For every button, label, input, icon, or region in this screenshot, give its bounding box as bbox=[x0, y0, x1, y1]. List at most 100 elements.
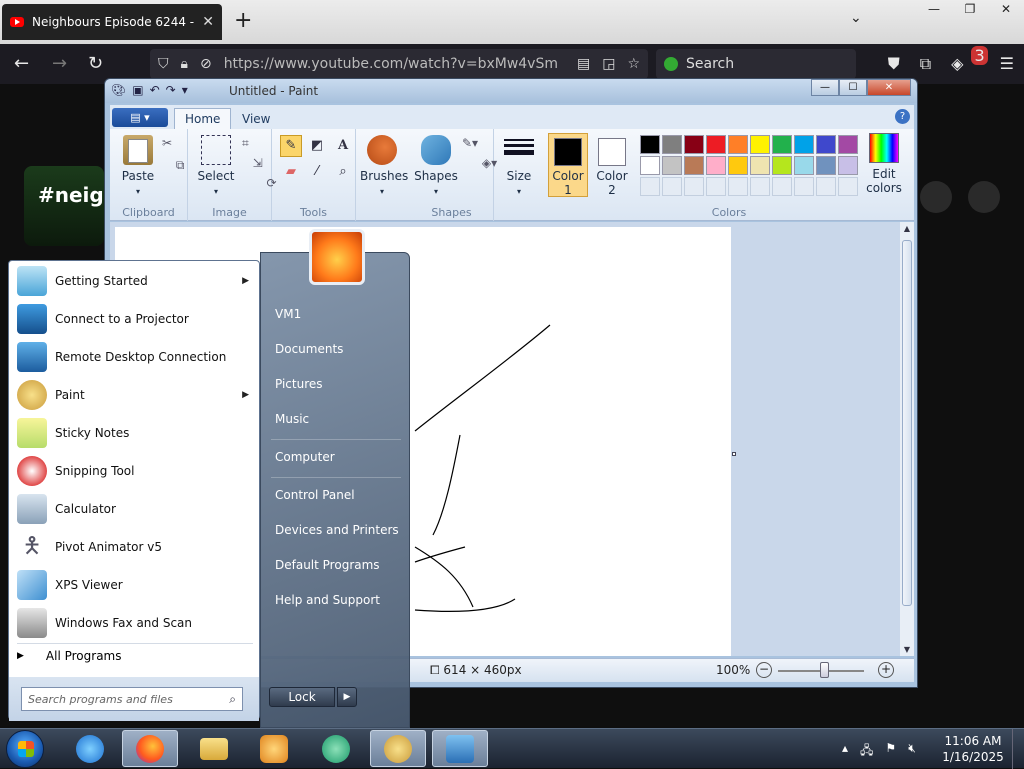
close-tab-icon[interactable]: ✕ bbox=[202, 14, 214, 30]
fill-bucket-icon[interactable]: ◩ bbox=[306, 135, 328, 157]
action-center-flag-icon[interactable]: ⚑ bbox=[885, 741, 896, 762]
program-sticky-notes[interactable]: Sticky Notes bbox=[13, 415, 257, 451]
palette-swatch[interactable] bbox=[750, 135, 770, 154]
program-pivot-animator[interactable]: 🯅 Pivot Animator v5 bbox=[13, 529, 257, 565]
right-item-pictures[interactable]: Pictures bbox=[275, 377, 323, 391]
custom-color-slot[interactable] bbox=[816, 177, 836, 196]
menu-icon[interactable]: ☰ bbox=[1000, 54, 1014, 74]
program-connect-projector[interactable]: Connect to a Projector bbox=[13, 301, 257, 337]
canvas-resize-handle[interactable] bbox=[732, 452, 736, 456]
start-button[interactable] bbox=[6, 730, 44, 768]
zoom-slider-knob[interactable] bbox=[820, 662, 829, 678]
program-fax-scan[interactable]: Windows Fax and Scan bbox=[13, 605, 257, 641]
palette-swatch[interactable] bbox=[772, 135, 792, 154]
custom-color-slot[interactable] bbox=[728, 177, 748, 196]
custom-color-slot[interactable] bbox=[838, 177, 858, 196]
custom-color-slot[interactable] bbox=[684, 177, 704, 196]
redo-icon[interactable]: ↷ bbox=[166, 83, 176, 97]
custom-color-slot[interactable] bbox=[772, 177, 792, 196]
volume-muted-icon[interactable]: 🔇︎ bbox=[908, 741, 916, 762]
copy-icon[interactable]: ⧉ bbox=[176, 158, 185, 172]
color-picker-icon[interactable]: ⁄ bbox=[306, 161, 328, 183]
taskbar-media-player[interactable] bbox=[246, 730, 302, 767]
select-button[interactable]: Select ▾ bbox=[194, 135, 238, 197]
right-item-help-support[interactable]: Help and Support bbox=[275, 593, 380, 607]
user-picture[interactable] bbox=[309, 229, 365, 285]
custom-color-slot[interactable] bbox=[640, 177, 660, 196]
forward-arrow-icon[interactable]: → bbox=[52, 53, 67, 75]
eraser-icon[interactable]: ▰ bbox=[280, 161, 302, 183]
scroll-up-icon[interactable]: ▲ bbox=[900, 224, 914, 233]
tab-home[interactable]: Home bbox=[174, 108, 232, 129]
picture-in-picture-icon[interactable]: ◲ bbox=[602, 56, 615, 72]
url-text[interactable]: https://www.youtube.com/watch?v=bxMw4vSm bbox=[224, 56, 565, 72]
shield-icon[interactable]: ⛉ bbox=[158, 56, 169, 72]
list-all-tabs-button[interactable]: ⌄ bbox=[850, 10, 862, 26]
taskbar-clock[interactable]: 11:06 AM 1/16/2025 bbox=[940, 733, 1006, 765]
tab-view[interactable]: View bbox=[232, 108, 280, 129]
shutdown-options-arrow-icon[interactable]: ▶ bbox=[337, 687, 357, 707]
program-snipping-tool[interactable]: Snipping Tool bbox=[13, 453, 257, 489]
close-window-button[interactable]: ✕ bbox=[988, 0, 1024, 18]
search-box[interactable]: Search bbox=[656, 49, 856, 79]
paint-close-button[interactable]: ✕ bbox=[867, 79, 911, 96]
paste-button[interactable]: Paste ▾ bbox=[116, 135, 160, 197]
extensions-icon[interactable]: ⧉ bbox=[920, 54, 931, 74]
back-arrow-icon[interactable]: ← bbox=[14, 53, 29, 75]
taskbar-app[interactable] bbox=[308, 730, 364, 767]
reload-icon[interactable]: ↻ bbox=[88, 53, 103, 75]
scroll-down-icon[interactable]: ▼ bbox=[900, 645, 914, 654]
palette-swatch[interactable] bbox=[640, 156, 660, 175]
palette-swatch[interactable] bbox=[684, 156, 704, 175]
palette-swatch[interactable] bbox=[794, 156, 814, 175]
custom-color-slot[interactable] bbox=[750, 177, 770, 196]
paint-minimize-button[interactable]: — bbox=[811, 79, 839, 96]
search-icon[interactable]: ⌕ bbox=[229, 692, 236, 707]
palette-swatch[interactable] bbox=[816, 135, 836, 154]
palette-swatch[interactable] bbox=[794, 135, 814, 154]
start-search-input[interactable]: Search programs and files ⌕ bbox=[21, 687, 243, 711]
taskbar-remote-desktop[interactable] bbox=[432, 730, 488, 767]
zoom-in-button[interactable]: + bbox=[878, 662, 894, 678]
outline-icon[interactable]: ✎▾ bbox=[462, 136, 478, 150]
right-item-vm1[interactable]: VM1 bbox=[275, 307, 301, 321]
text-tool-icon[interactable]: A bbox=[332, 135, 354, 157]
program-remote-desktop[interactable]: Remote Desktop Connection bbox=[13, 339, 257, 375]
color2-button[interactable]: Color 2 bbox=[592, 133, 632, 197]
palette-swatch[interactable] bbox=[750, 156, 770, 175]
help-icon[interactable]: ? bbox=[895, 109, 910, 124]
taskbar-firefox[interactable] bbox=[122, 730, 178, 767]
palette-swatch[interactable] bbox=[684, 135, 704, 154]
lock-icon[interactable]: 🔒︎ bbox=[181, 56, 188, 72]
reader-view-icon[interactable]: ▤ bbox=[577, 56, 590, 72]
magnifier-icon[interactable]: ⌕ bbox=[332, 161, 354, 183]
bookmark-star-icon[interactable]: ☆ bbox=[627, 56, 640, 72]
permissions-icon[interactable]: ⊘ bbox=[200, 56, 212, 72]
resize-icon[interactable]: ⇲ bbox=[253, 156, 263, 170]
program-paint[interactable]: Paint ▶ bbox=[13, 377, 257, 413]
custom-color-slot[interactable] bbox=[794, 177, 814, 196]
save-icon[interactable]: ▣ bbox=[132, 83, 143, 97]
right-item-documents[interactable]: Documents bbox=[275, 342, 343, 356]
scroll-thumb[interactable] bbox=[902, 240, 912, 606]
palette-swatch[interactable] bbox=[706, 135, 726, 154]
program-xps-viewer[interactable]: XPS Viewer bbox=[13, 567, 257, 603]
custom-color-slot[interactable] bbox=[706, 177, 726, 196]
pencil-icon[interactable]: ✎ bbox=[280, 135, 302, 157]
taskbar-paint[interactable] bbox=[370, 730, 426, 767]
brushes-button[interactable]: Brushes ▾ bbox=[360, 135, 408, 197]
restore-button[interactable]: ❐ bbox=[952, 0, 988, 18]
taskbar-file-explorer[interactable] bbox=[186, 730, 242, 767]
right-item-control-panel[interactable]: Control Panel bbox=[275, 488, 355, 502]
edit-colors-button[interactable]: Edit colors bbox=[862, 133, 906, 195]
palette-swatch[interactable] bbox=[728, 135, 748, 154]
show-hidden-icons[interactable]: ▴ bbox=[842, 741, 848, 762]
palette-swatch[interactable] bbox=[838, 156, 858, 175]
paint-menu-button[interactable]: ▤ ▾ bbox=[112, 108, 168, 127]
lock-button[interactable]: Lock bbox=[269, 687, 335, 707]
shapes-button[interactable]: Shapes ▾ bbox=[414, 135, 458, 197]
color1-button[interactable]: Color 1 bbox=[548, 133, 588, 197]
palette-swatch[interactable] bbox=[838, 135, 858, 154]
browser-tab-youtube[interactable]: Neighbours Episode 6244 - Sea ✕ bbox=[2, 4, 222, 40]
url-bar[interactable]: ⛉ 🔒︎ ⊘ https://www.youtube.com/watch?v=b… bbox=[150, 49, 648, 79]
